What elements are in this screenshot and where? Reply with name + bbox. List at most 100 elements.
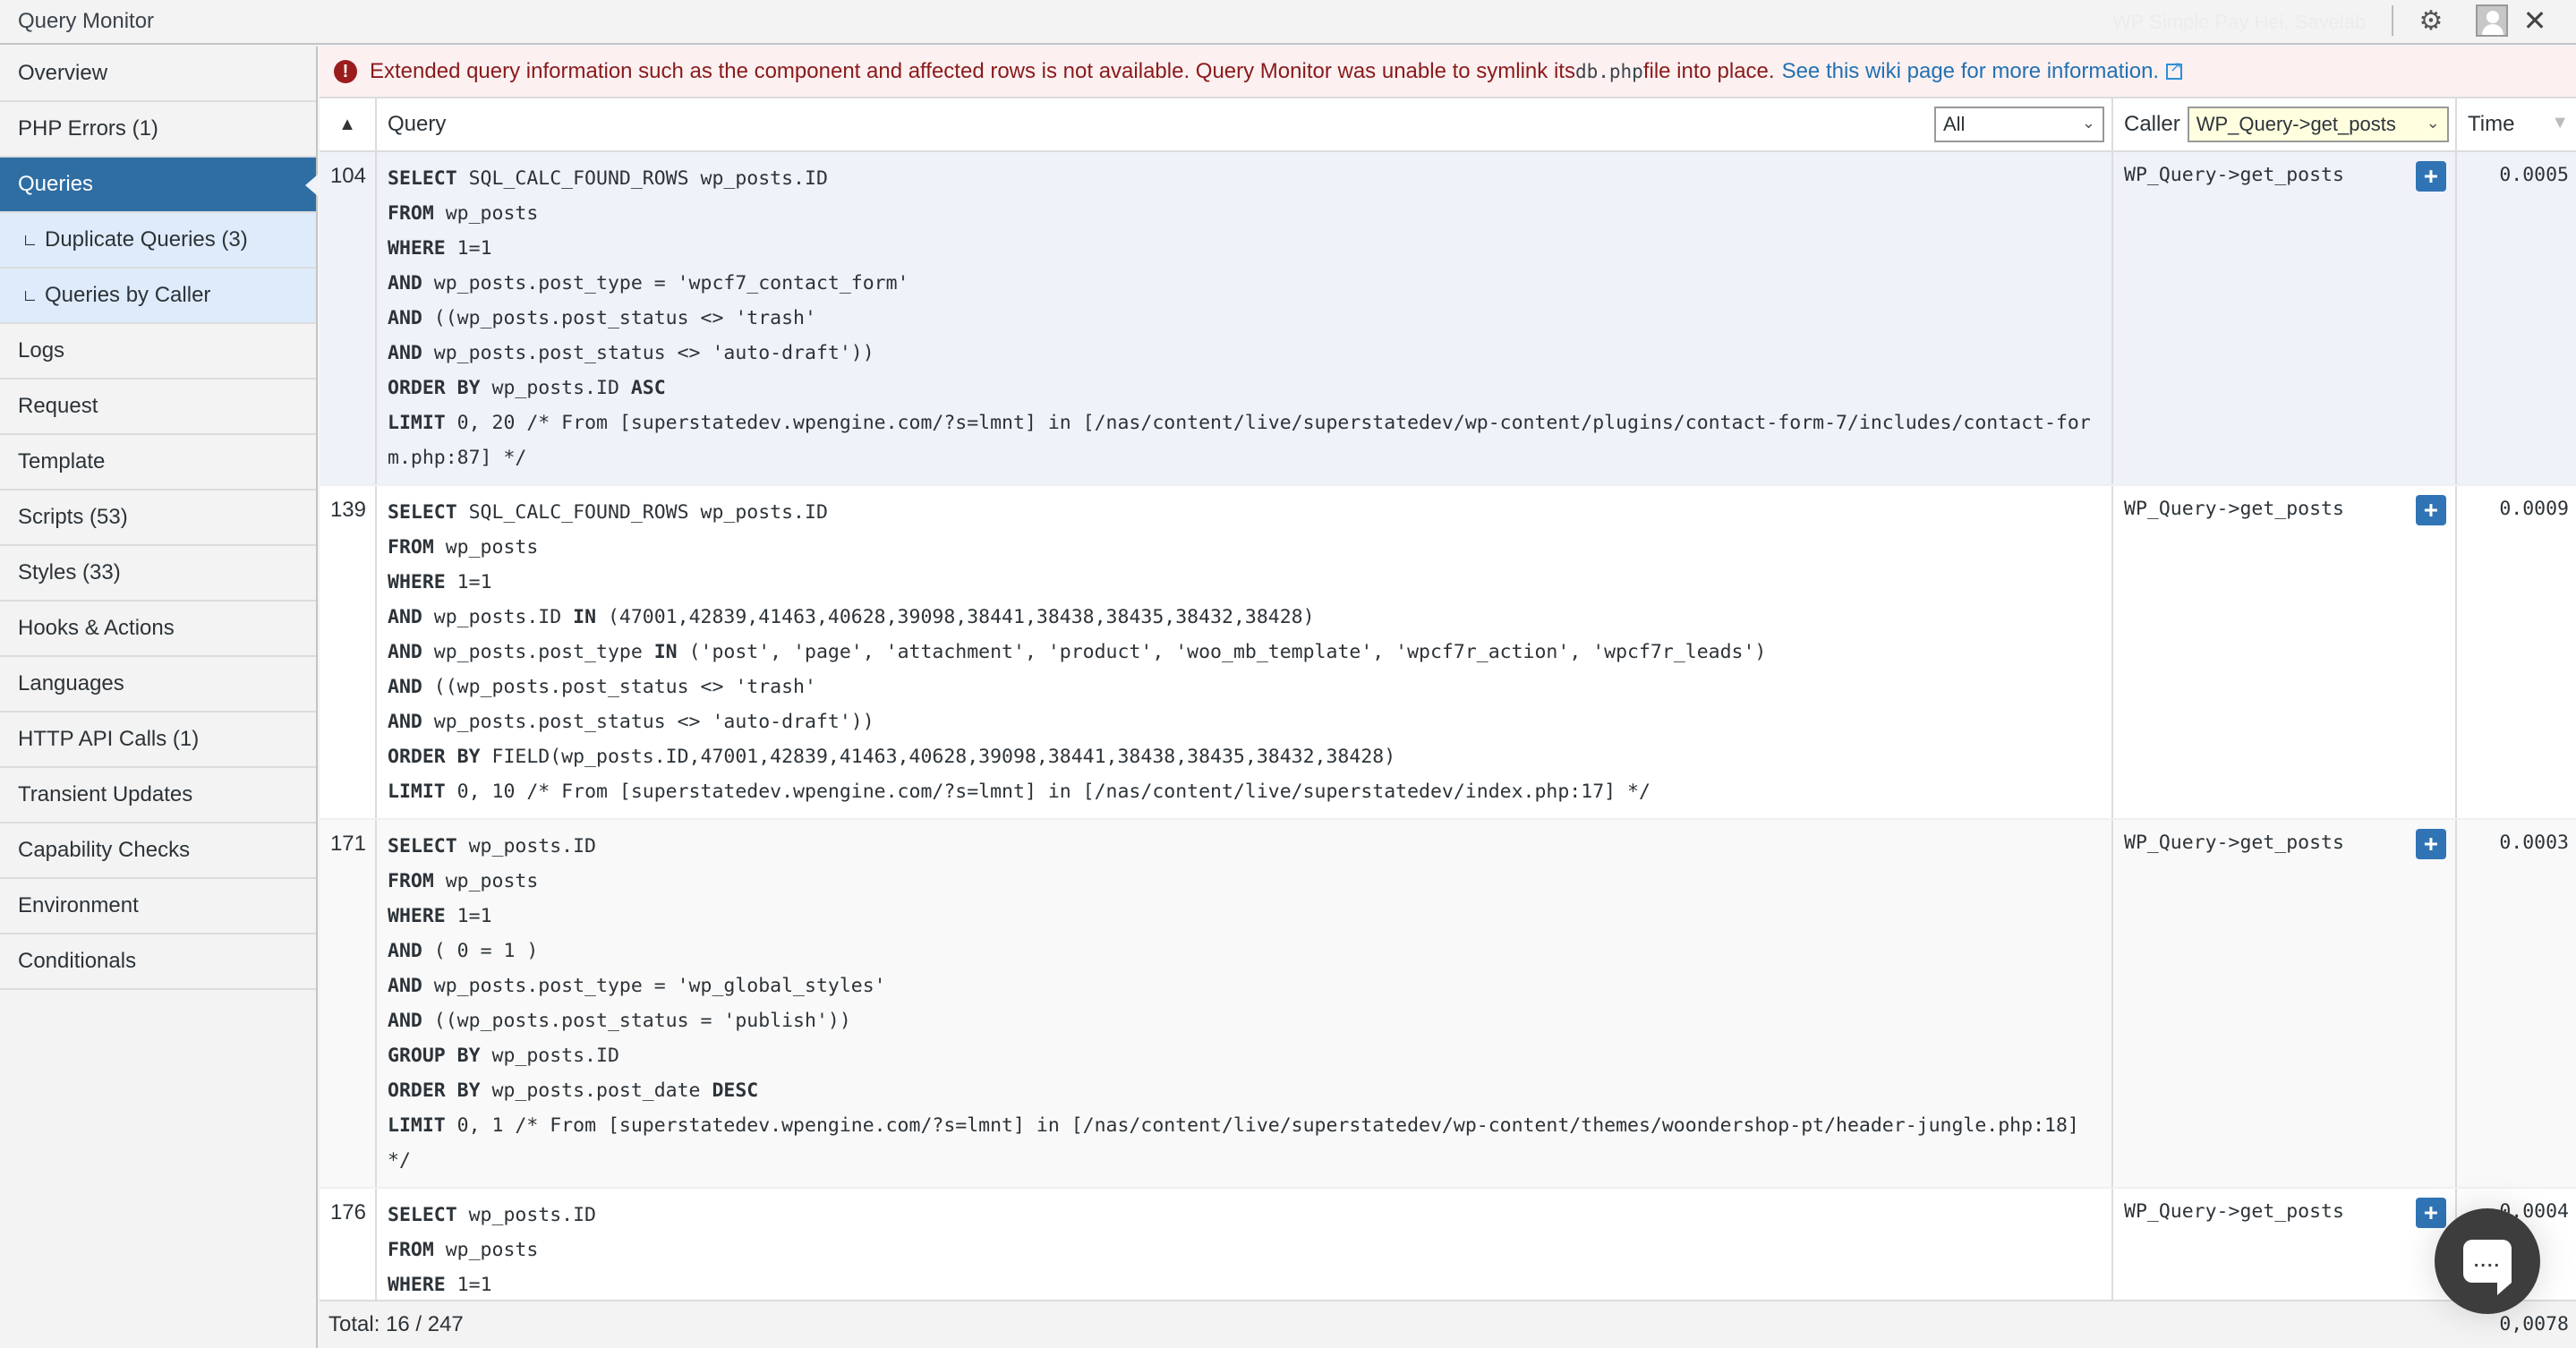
sidebar-item-label: Languages [18, 671, 124, 695]
expand-stack-button[interactable]: + [2416, 161, 2446, 192]
sidebar-item-queries[interactable]: Queries [0, 158, 318, 213]
sidebar-item-logs[interactable]: Logs [0, 324, 316, 380]
sidebar-item-hooks-actions[interactable]: Hooks & Actions [0, 601, 316, 657]
sql-keyword: ORDER BY [388, 746, 481, 768]
sidebar-item-label: Queries [18, 172, 94, 196]
query-time: 0.0009 [2499, 498, 2569, 520]
sql-line: AND wp_posts.post_type IN ('post', 'page… [388, 635, 2103, 670]
sql-line: ORDER BY FIELD(wp_posts.ID,47001,42839,4… [388, 739, 2103, 774]
sidebar-item-label: Environment [18, 893, 139, 917]
sql-text: SQL_CALC_FOUND_ROWS wp_posts.ID [456, 167, 828, 190]
sql-keyword: FROM [388, 870, 434, 892]
caller-cell: WP_Query->get_posts + [2113, 1189, 2457, 1300]
row-number: 139 [320, 486, 377, 818]
sidebar-item-styles-33[interactable]: Styles (33) [0, 546, 316, 601]
sidebar-item-scripts-53[interactable]: Scripts (53) [0, 491, 316, 546]
sidebar-item-template[interactable]: Template [0, 435, 316, 491]
sql-text: wp_posts.post_status <> 'auto-draft')) [422, 342, 874, 364]
sql-line: SELECT SQL_CALC_FOUND_ROWS wp_posts.ID [388, 495, 2103, 530]
sql-line: FROM wp_posts [388, 196, 2103, 231]
sql-keyword: AND [388, 606, 422, 628]
sql-line: SELECT wp_posts.ID [388, 829, 2103, 864]
sidebar-nav: Overview PHP Errors (1) Queries Duplicate Q… [0, 47, 318, 1348]
sql-text: wp_posts [433, 1239, 539, 1261]
expand-stack-button[interactable]: + [2416, 829, 2446, 859]
sql-line: SELECT wp_posts.ID [388, 1198, 2103, 1233]
caller-cell: WP_Query->get_posts + [2113, 820, 2457, 1187]
wiki-link[interactable]: See this wiki page for more information. [1782, 59, 2160, 84]
sql-line: AND wp_posts.ID IN (47001,42839,41463,40… [388, 600, 2103, 635]
sql-line: FROM wp_posts [388, 864, 2103, 899]
sql-keyword: LIMIT [388, 1114, 446, 1137]
sql-keyword: WHERE [388, 571, 446, 593]
title-bar: Query Monitor WP Simple Pay Hei, Savelab… [0, 0, 2576, 45]
table-row: 171 SELECT wp_posts.ID FROM wp_posts WHERE … [320, 820, 2576, 1189]
query-sql: SELECT SQL_CALC_FOUND_ROWS wp_posts.ID FR… [377, 486, 2113, 818]
table-row: 176 SELECT wp_posts.ID FROM wp_posts WHERE … [320, 1189, 2576, 1300]
gear-icon[interactable]: ⚙ [2415, 5, 2447, 36]
sidebar-item-label: Conditionals [18, 949, 137, 973]
caller-header-label: Caller [2124, 112, 2180, 136]
sql-line: WHERE 1=1 [388, 231, 2103, 266]
sidebar-item-duplicate-queries-3[interactable]: Duplicate Queries (3) [0, 213, 316, 269]
sql-text: wp_posts.post_date [480, 1079, 712, 1102]
sql-text: ((wp_posts.post_status = 'publish')) [422, 1010, 851, 1032]
sidebar-item-capability-checks[interactable]: Capability Checks [0, 823, 316, 879]
query-type-filter[interactable]: All ⌄ [1934, 107, 2104, 142]
external-link-icon [2166, 58, 2183, 80]
sql-keyword: SELECT [388, 835, 457, 857]
chat-dots: .... [2473, 1250, 2502, 1271]
sidebar-item-http-api-calls-1[interactable]: HTTP API Calls (1) [0, 712, 316, 768]
sidebar-item-label: Capability Checks [18, 838, 191, 862]
sort-ascending-button[interactable]: ▲ [320, 98, 377, 150]
sql-text: ((wp_posts.post_status <> 'trash' [422, 676, 816, 698]
sql-keyword: WHERE [388, 1274, 446, 1296]
sidebar-item-php-errors-1[interactable]: PHP Errors (1) [0, 102, 316, 158]
expand-stack-button[interactable]: + [2416, 1198, 2446, 1228]
total-count: Total: 16 / 247 [328, 1312, 464, 1336]
close-icon[interactable]: ✕ [2519, 4, 2551, 37]
query-column-header: Query All ⌄ [377, 98, 2113, 150]
expand-stack-button[interactable]: + [2416, 495, 2446, 525]
table-header: ▲ Query All ⌄ Caller WP_Query->get_posts… [320, 98, 2576, 152]
sql-keyword: DESC [712, 1079, 759, 1102]
sql-keyword: ORDER BY [388, 1079, 481, 1102]
sql-line: FROM wp_posts [388, 530, 2103, 565]
time-column-header[interactable]: Time ▼ [2457, 98, 2576, 150]
caller-filter[interactable]: WP_Query->get_posts ⌄ [2187, 107, 2449, 142]
sql-line: AND ( 0 = 1 ) [388, 934, 2103, 968]
sidebar-item-label: Logs [18, 338, 65, 363]
sql-text: 1=1 [445, 571, 492, 593]
sql-line: WHERE 1=1 [388, 565, 2103, 600]
query-table-body: 104 SELECT SQL_CALC_FOUND_ROWS wp_posts.I… [320, 152, 2576, 1300]
sql-line: GROUP BY wp_posts.ID [388, 1038, 2103, 1073]
sql-keyword: FROM [388, 536, 434, 559]
sidebar-item-languages[interactable]: Languages [0, 657, 316, 712]
sql-text: wp_posts.post_type [422, 641, 654, 663]
error-icon: ! [334, 60, 357, 83]
avatar-icon[interactable] [2476, 4, 2508, 37]
sql-text: wp_posts.ID [456, 835, 597, 857]
chat-button[interactable]: .... [2435, 1208, 2540, 1314]
sql-line: AND ((wp_posts.post_status <> 'trash' [388, 301, 2103, 336]
sidebar-item-overview[interactable]: Overview [0, 47, 316, 102]
sql-text: wp_posts.ID [480, 377, 631, 399]
window-title: Query Monitor [18, 9, 155, 33]
sidebar-item-conditionals[interactable]: Conditionals [0, 934, 316, 990]
sql-line: ORDER BY wp_posts.ID ASC [388, 371, 2103, 405]
sidebar-item-request[interactable]: Request [0, 380, 316, 435]
sql-text: wp_posts [433, 202, 539, 225]
sort-up-icon: ▲ [338, 114, 356, 134]
table-row: 104 SELECT SQL_CALC_FOUND_ROWS wp_posts.I… [320, 152, 2576, 486]
sql-text: 0, 1 /* From [superstatedev.wpengine.com… [388, 1114, 2079, 1172]
query-time: 0.0003 [2499, 832, 2569, 854]
sidebar-item-transient-updates[interactable]: Transient Updates [0, 768, 316, 823]
sidebar-item-environment[interactable]: Environment [0, 879, 316, 934]
caller-name: WP_Query->get_posts [2124, 498, 2344, 520]
sql-text: SQL_CALC_FOUND_ROWS wp_posts.ID [456, 501, 828, 524]
sql-keyword: AND [388, 940, 422, 962]
sql-keyword: IN [573, 606, 597, 628]
caller-name: WP_Query->get_posts [2124, 1200, 2344, 1223]
sidebar-item-queries-by-caller[interactable]: Queries by Caller [0, 269, 316, 324]
sql-line: ORDER BY wp_posts.post_date DESC [388, 1073, 2103, 1108]
